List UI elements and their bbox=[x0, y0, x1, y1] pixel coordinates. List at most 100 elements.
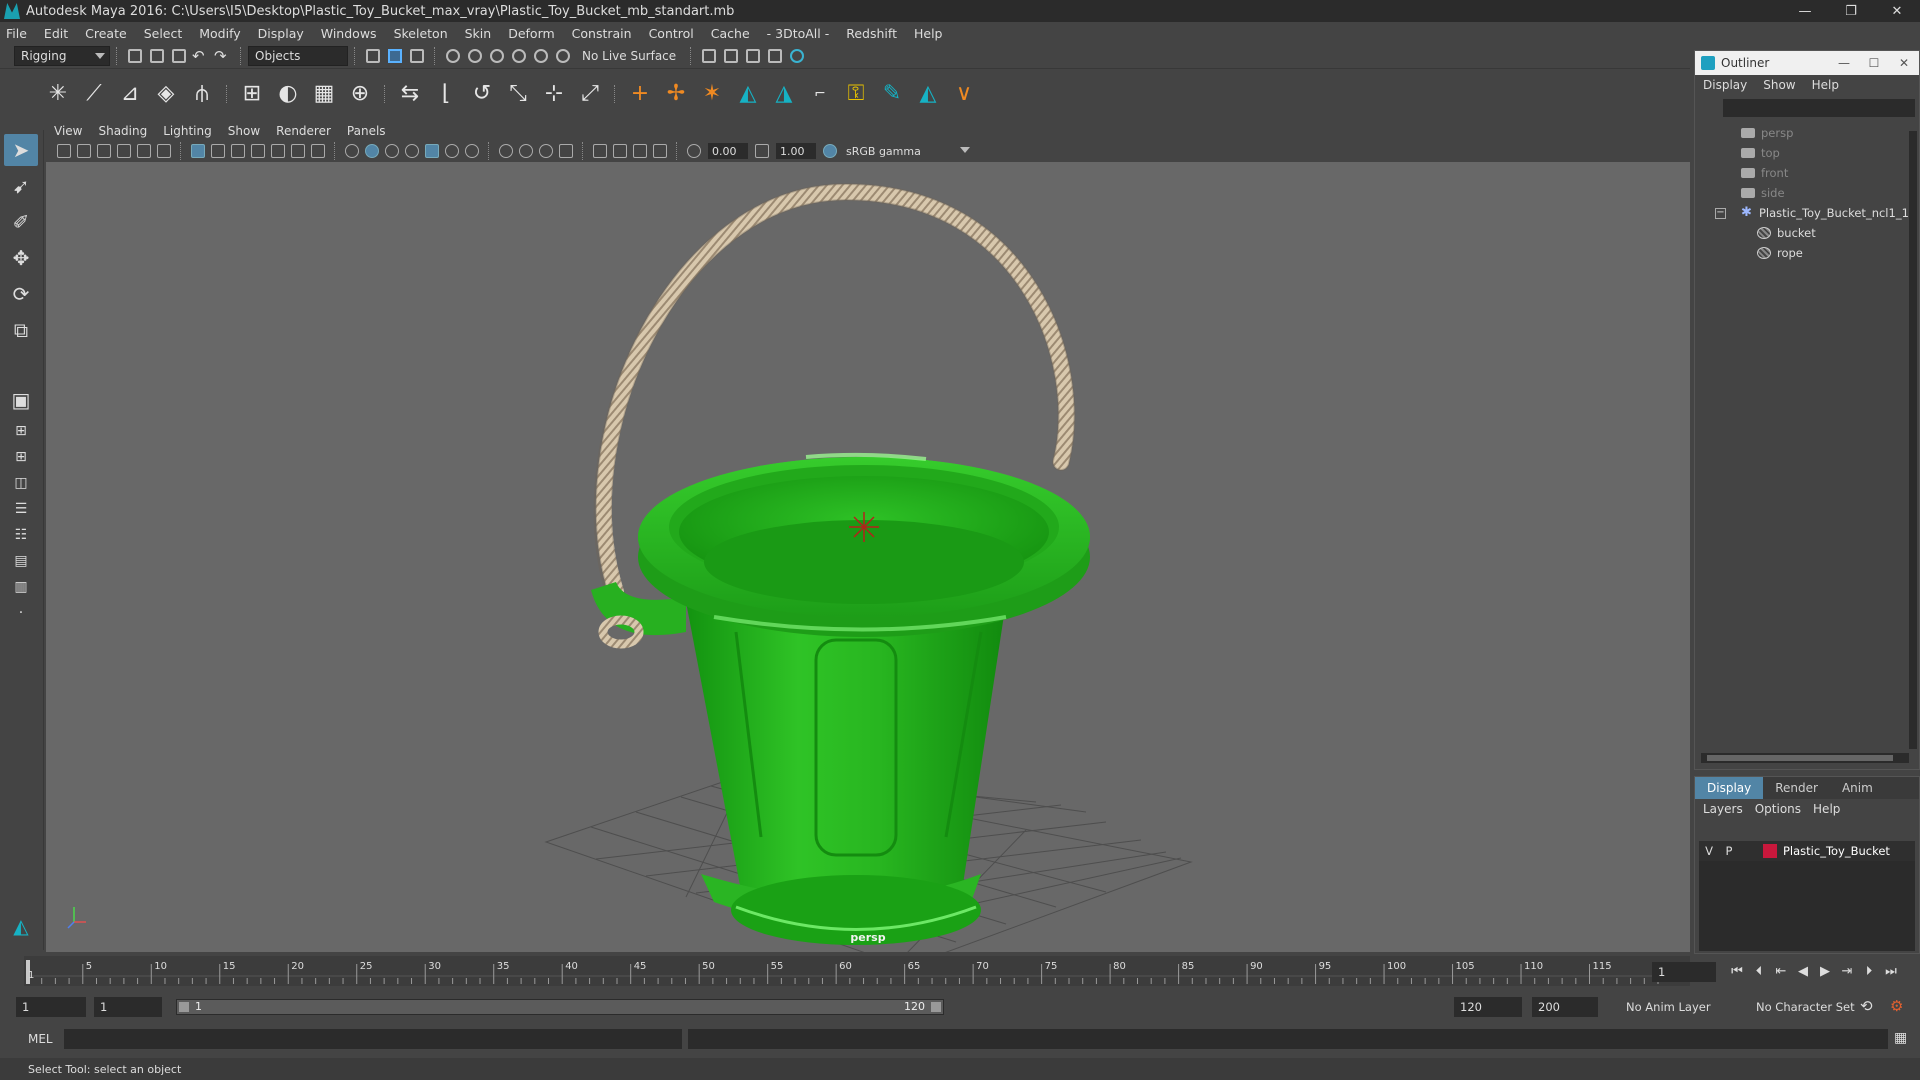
outliner-horizontal-scrollbar[interactable] bbox=[1701, 753, 1909, 763]
outliner-item-top[interactable]: top bbox=[1695, 143, 1919, 163]
menu-deform[interactable]: Deform bbox=[508, 26, 554, 41]
layout-outliner-icon[interactable]: ☰ bbox=[4, 498, 38, 520]
vertex-icon[interactable]: ∨ bbox=[949, 79, 979, 109]
xray-joints-icon[interactable] bbox=[613, 144, 627, 158]
ambient-occlusion-icon[interactable] bbox=[465, 144, 479, 158]
snap-live-icon[interactable] bbox=[556, 49, 570, 63]
snap-view-plane-icon[interactable] bbox=[512, 49, 526, 63]
paint-select-icon[interactable]: ✐ bbox=[4, 206, 38, 238]
layer-row[interactable]: V P Plastic_Toy_Bucket bbox=[1699, 841, 1915, 861]
select-object-icon[interactable] bbox=[388, 49, 402, 63]
new-scene-icon[interactable] bbox=[128, 49, 142, 63]
joint-tool-icon[interactable]: ✳ bbox=[43, 79, 73, 109]
layout-graph-icon[interactable]: ☷ bbox=[4, 524, 38, 546]
select-tool-icon[interactable]: ➤ bbox=[4, 134, 38, 166]
step-forward-frame-icon[interactable]: ⇥ bbox=[1836, 962, 1858, 980]
script-editor-icon[interactable]: ▦ bbox=[1894, 1030, 1907, 1046]
menu-create[interactable]: Create bbox=[85, 26, 127, 41]
bind-skin-icon[interactable]: ⊞ bbox=[237, 79, 267, 109]
aim-constraint-icon[interactable]: ⊹ bbox=[539, 79, 569, 109]
time-slider[interactable]: 5 10 15 20 25 30 35 40 45 50 55 60 65 70 75 80 85 90 95 100… bbox=[24, 956, 1690, 986]
paint-skin-icon[interactable]: ✎ bbox=[877, 79, 907, 109]
outliner-menu-show[interactable]: Show bbox=[1763, 78, 1795, 92]
layout-two-icon[interactable]: ◫ bbox=[4, 472, 38, 494]
resolution-gate-icon[interactable] bbox=[231, 144, 245, 158]
mel-label[interactable]: MEL bbox=[28, 1032, 53, 1046]
image-plane-icon[interactable] bbox=[117, 144, 131, 158]
menu-constrain[interactable]: Constrain bbox=[572, 26, 632, 41]
exposure-field[interactable]: 0.00 bbox=[708, 143, 748, 159]
isolate-select-icon[interactable] bbox=[559, 144, 573, 158]
camera-select-icon[interactable] bbox=[57, 144, 71, 158]
redo-icon[interactable]: ↷ bbox=[214, 47, 232, 65]
maya-home-icon[interactable]: ◭ bbox=[4, 910, 38, 942]
panel-menu-shading[interactable]: Shading bbox=[98, 124, 147, 138]
grease-pencil-icon[interactable] bbox=[157, 144, 171, 158]
outliner-menu-help[interactable]: Help bbox=[1812, 78, 1839, 92]
parent-constraint-icon[interactable]: ⇆ bbox=[395, 79, 425, 109]
animation-preferences-icon[interactable]: ⚙ bbox=[1890, 997, 1903, 1015]
character-controls-icon[interactable]: ◮ bbox=[769, 79, 799, 109]
ipr-render-icon[interactable] bbox=[746, 49, 761, 63]
tab-anim[interactable]: Anim bbox=[1830, 777, 1885, 799]
outliner-menu-display[interactable]: Display bbox=[1703, 78, 1747, 92]
snap-curve-icon[interactable] bbox=[468, 49, 482, 63]
backface-icon[interactable] bbox=[653, 144, 667, 158]
menu-control[interactable]: Control bbox=[649, 26, 694, 41]
layer-visibility-toggle[interactable]: V bbox=[1699, 844, 1719, 858]
panel-menu-view[interactable]: View bbox=[54, 124, 82, 138]
anti-aliasing-icon[interactable] bbox=[519, 144, 533, 158]
snap-point-icon[interactable] bbox=[490, 49, 504, 63]
menu-display[interactable]: Display bbox=[258, 26, 304, 41]
point-constraint-icon[interactable]: ⌊ bbox=[431, 79, 461, 109]
render-view-icon[interactable] bbox=[702, 49, 717, 63]
blank-shelf-icon[interactable]: ⌐ bbox=[805, 79, 835, 109]
tab-render[interactable]: Render bbox=[1763, 777, 1830, 799]
anim-layer-dropdown[interactable]: No Anim Layer bbox=[1620, 997, 1740, 1017]
panel-menu-panels[interactable]: Panels bbox=[347, 124, 386, 138]
mel-input[interactable] bbox=[64, 1029, 682, 1049]
ik-spline-icon[interactable]: ⊿ bbox=[115, 79, 145, 109]
outliner-item-side[interactable]: side bbox=[1695, 183, 1919, 203]
field-chart-icon[interactable] bbox=[271, 144, 285, 158]
go-to-start-icon[interactable]: ⏮ bbox=[1726, 962, 1748, 980]
layer-color-swatch[interactable] bbox=[1763, 844, 1777, 858]
layer-menu-options[interactable]: Options bbox=[1755, 802, 1801, 816]
menu-windows[interactable]: Windows bbox=[321, 26, 377, 41]
menu-edit[interactable]: Edit bbox=[44, 26, 68, 41]
ik-handle-icon[interactable]: ⟋ bbox=[79, 79, 109, 109]
outliner-item-persp[interactable]: persp bbox=[1695, 123, 1919, 143]
layout-four-icon[interactable]: ⊞ bbox=[4, 420, 38, 442]
smooth-shade-icon[interactable] bbox=[365, 144, 379, 158]
scene-end-field[interactable]: 200 bbox=[1532, 997, 1598, 1017]
move-tool-icon[interactable]: ✥ bbox=[4, 242, 38, 274]
outliner-maximize-button[interactable]: ☐ bbox=[1859, 51, 1889, 75]
grid-toggle-icon[interactable] bbox=[191, 144, 205, 158]
layout-four-alt-icon[interactable]: ⊞ bbox=[4, 446, 38, 468]
layer-menu-help[interactable]: Help bbox=[1813, 802, 1840, 816]
film-gate-icon[interactable] bbox=[211, 144, 225, 158]
outliner-item-bucket[interactable]: bucket bbox=[1695, 223, 1919, 243]
scale-constraint-icon[interactable]: ⤡ bbox=[503, 79, 533, 109]
mirror-joint-icon[interactable]: ◈ bbox=[151, 79, 181, 109]
minimize-button[interactable]: — bbox=[1782, 0, 1828, 22]
panel-menu-show[interactable]: Show bbox=[228, 124, 260, 138]
playback-start-field[interactable]: 1 bbox=[94, 997, 162, 1017]
pole-vector-icon[interactable]: ⤢ bbox=[575, 79, 605, 109]
gamma-field[interactable]: 1.00 bbox=[776, 143, 816, 159]
menu-file[interactable]: File bbox=[6, 26, 27, 41]
cluster-icon[interactable]: ⊕ bbox=[345, 79, 375, 109]
step-forward-key-icon[interactable]: ⏵ bbox=[1858, 962, 1880, 980]
menu-help[interactable]: Help bbox=[914, 26, 943, 41]
scene-start-field[interactable]: 1 bbox=[16, 997, 86, 1017]
auto-key-icon[interactable]: ⟲ bbox=[1860, 997, 1873, 1015]
lattice-icon[interactable]: ▦ bbox=[309, 79, 339, 109]
gate-mask-icon[interactable] bbox=[251, 144, 265, 158]
lasso-tool-icon[interactable]: ➹ bbox=[4, 170, 38, 202]
outliner-item-group[interactable]: − ✱ Plastic_Toy_Bucket_ncl1_1 bbox=[1695, 203, 1919, 223]
menu-cache[interactable]: Cache bbox=[711, 26, 750, 41]
layout-hypershade-icon[interactable]: ▥ bbox=[4, 576, 38, 598]
layout-persp-outliner-icon[interactable]: ▤ bbox=[4, 550, 38, 572]
textured-icon[interactable] bbox=[405, 144, 419, 158]
close-button[interactable]: ✕ bbox=[1874, 0, 1920, 22]
